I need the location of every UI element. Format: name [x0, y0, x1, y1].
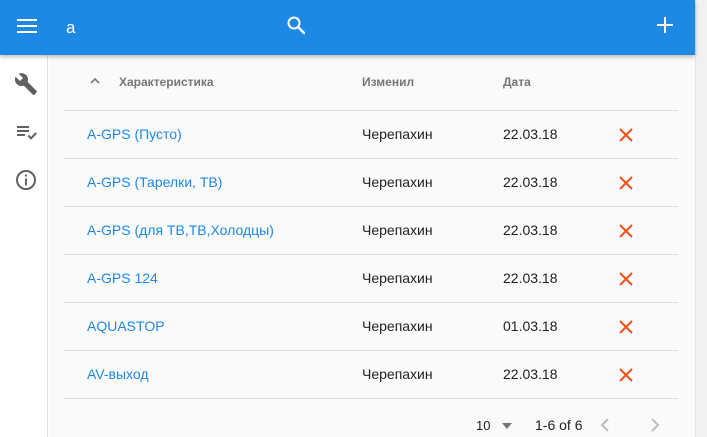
pagination: 10 1-6 of 6 [49, 413, 695, 437]
row-user: Черепахин [362, 174, 433, 190]
column-header-date[interactable]: Дата [503, 75, 531, 89]
row-user: Черепахин [362, 270, 433, 286]
row-date: 01.03.18 [503, 318, 558, 334]
window-scrollbar[interactable] [695, 0, 707, 437]
sort-button[interactable] [87, 75, 103, 91]
plus-icon [656, 16, 674, 39]
row-date: 22.03.18 [503, 366, 558, 382]
chevron-up-icon [89, 74, 101, 92]
close-icon [619, 272, 633, 286]
row-date: 22.03.18 [503, 270, 558, 286]
chevron-left-icon [600, 418, 609, 432]
next-page-button[interactable] [645, 415, 665, 435]
delete-button[interactable] [616, 125, 636, 145]
delete-button[interactable] [616, 269, 636, 289]
search-button[interactable] [282, 13, 310, 41]
row-user: Черепахин [362, 366, 433, 382]
row-name-link[interactable]: AV-выход [87, 366, 149, 382]
table-row: AV-выход Черепахин 22.03.18 [63, 351, 678, 399]
app-bar [0, 0, 695, 55]
row-date: 22.03.18 [503, 174, 558, 190]
sidebar [0, 55, 48, 437]
table-row: A-GPS (Пусто) Черепахин 22.03.18 [63, 111, 678, 159]
search-input[interactable] [66, 14, 266, 42]
dropdown-caret-icon[interactable] [500, 419, 514, 433]
row-user: Черепахин [362, 222, 433, 238]
table-row: A-GPS (для ТВ,ТВ,Холодцы) Черепахин 22.0… [63, 207, 678, 255]
column-header-user[interactable]: Изменил [362, 75, 414, 89]
close-icon [619, 224, 633, 238]
row-user: Черепахин [362, 318, 433, 334]
table-header: Характеристика Изменил Дата [63, 55, 678, 111]
search-icon [286, 15, 306, 40]
chevron-right-icon [651, 418, 660, 432]
row-name-link[interactable]: A-GPS (Тарелки, ТВ) [87, 174, 222, 190]
table-row: A-GPS (Тарелки, ТВ) Черепахин 22.03.18 [63, 159, 678, 207]
delete-button[interactable] [616, 221, 636, 241]
table-row: A-GPS 124 Черепахин 22.03.18 [63, 255, 678, 303]
row-date: 22.03.18 [503, 126, 558, 142]
row-name-link[interactable]: A-GPS 124 [87, 270, 158, 286]
add-button[interactable] [651, 13, 679, 41]
menu-button[interactable] [12, 14, 42, 42]
row-user: Черепахин [362, 126, 433, 142]
column-header-name[interactable]: Характеристика [119, 75, 214, 89]
main-content: Характеристика Изменил Дата A-GPS (Пусто… [49, 55, 695, 437]
previous-page-button[interactable] [595, 415, 615, 435]
sidebar-item-settings[interactable] [13, 72, 39, 101]
close-icon [619, 368, 633, 382]
wrench-icon [14, 72, 38, 101]
delete-button[interactable] [616, 317, 636, 337]
delete-button[interactable] [616, 365, 636, 385]
sidebar-item-checklist[interactable] [13, 121, 39, 147]
sidebar-item-info[interactable] [13, 169, 39, 195]
row-name-link[interactable]: A-GPS (Пусто) [87, 126, 182, 142]
close-icon [619, 176, 633, 190]
row-name-link[interactable]: A-GPS (для ТВ,ТВ,Холодцы) [87, 222, 274, 238]
page-range-label: 1-6 of 6 [535, 417, 583, 433]
close-icon [619, 320, 633, 334]
close-icon [619, 128, 633, 142]
info-icon [14, 168, 38, 197]
table-row: AQUASTOP Черепахин 01.03.18 [63, 303, 678, 351]
playlist-check-icon [14, 120, 38, 149]
menu-icon [17, 18, 37, 39]
rows-per-page-select[interactable]: 10 [476, 418, 490, 433]
row-name-link[interactable]: AQUASTOP [87, 318, 165, 334]
delete-button[interactable] [616, 173, 636, 193]
row-date: 22.03.18 [503, 222, 558, 238]
